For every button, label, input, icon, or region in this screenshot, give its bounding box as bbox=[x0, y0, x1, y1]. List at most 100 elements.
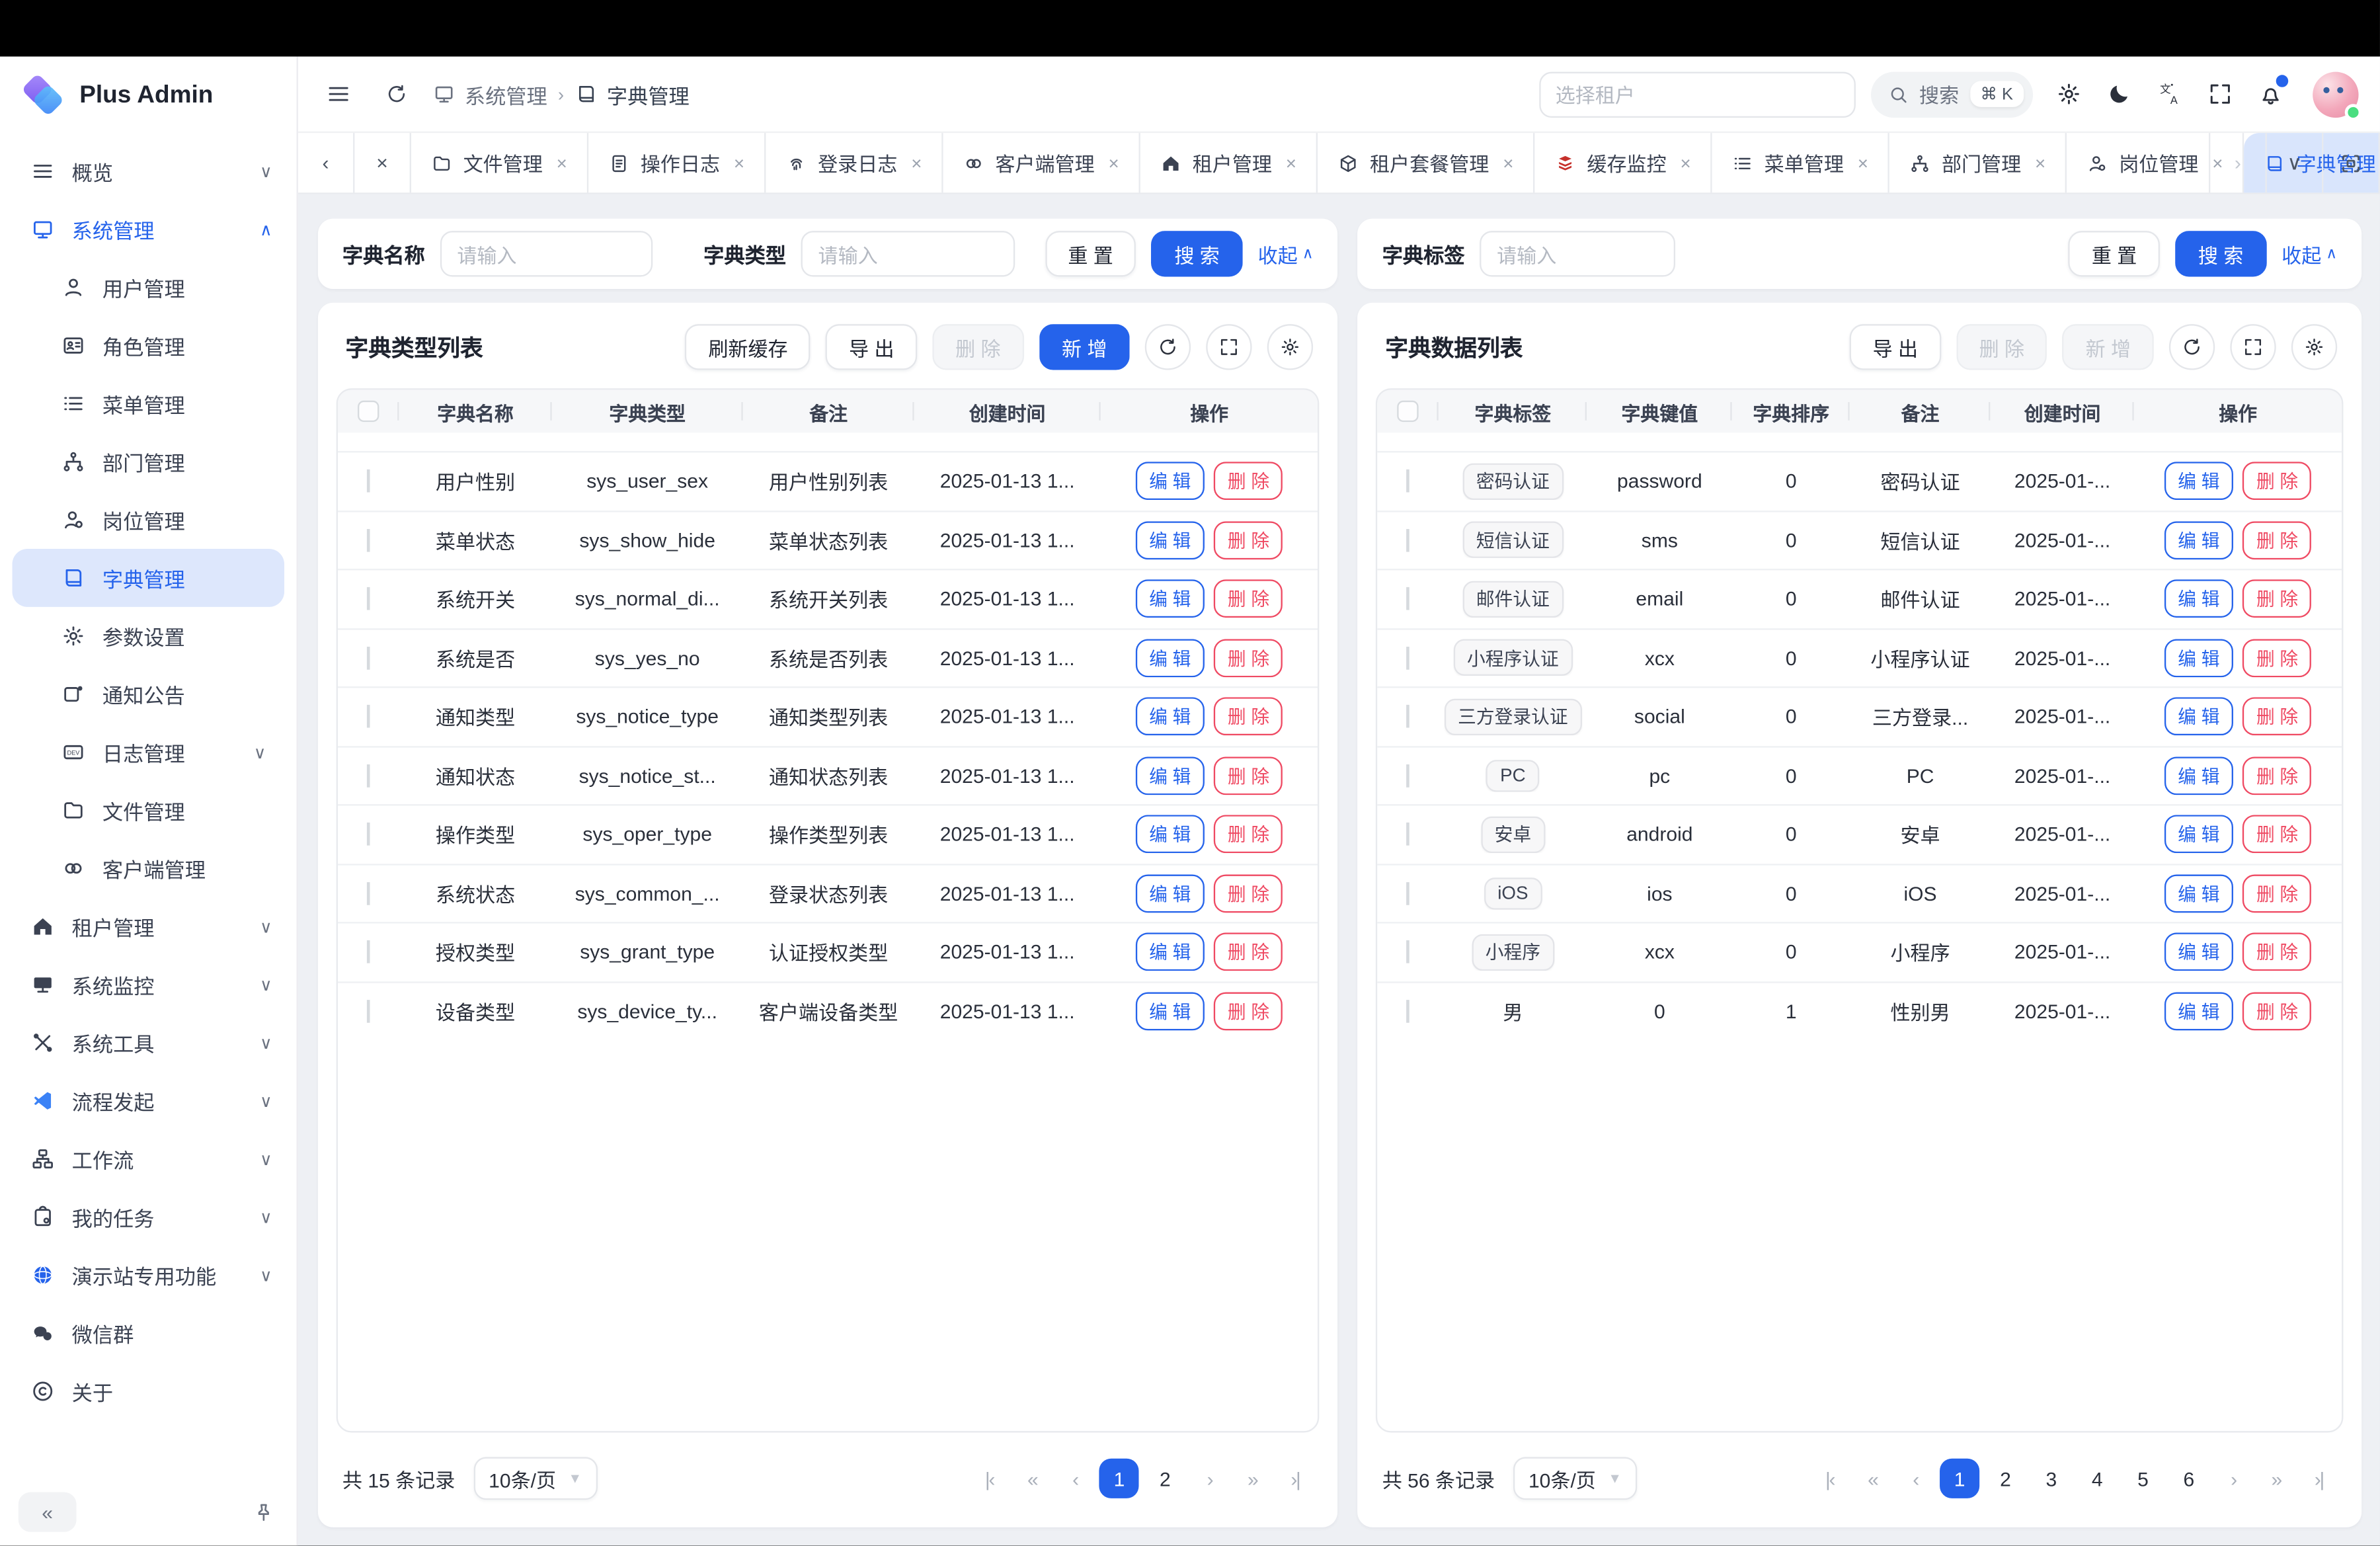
delete-button[interactable]: 删 除 bbox=[1214, 462, 1283, 501]
row-checkbox[interactable] bbox=[367, 764, 370, 787]
delete-button[interactable]: 删 除 bbox=[2242, 815, 2312, 854]
pager-next-icon[interactable]: » bbox=[1234, 1459, 1270, 1498]
sidebar-item-screen[interactable]: 系统监控∨ bbox=[0, 956, 297, 1014]
sidebar-subitem-userbadge[interactable]: 岗位管理 bbox=[12, 491, 284, 549]
tab-fingerprint[interactable]: 登录日志× bbox=[766, 133, 943, 192]
row-checkbox[interactable] bbox=[367, 528, 370, 551]
page-number[interactable]: 3 bbox=[2032, 1459, 2071, 1498]
row-checkbox[interactable] bbox=[367, 705, 370, 728]
sidebar-item-wechat[interactable]: 微信群 bbox=[0, 1304, 297, 1362]
edit-button[interactable]: 编 辑 bbox=[2164, 815, 2233, 854]
delete-button[interactable]: 删 除 bbox=[2242, 874, 2312, 913]
search-field-input[interactable]: 请输入 bbox=[1480, 231, 1676, 276]
sidebar-item-globe[interactable]: 演示站专用功能∨ bbox=[0, 1246, 297, 1304]
global-search[interactable]: 搜索 ⌘ K bbox=[1870, 71, 2033, 117]
row-checkbox[interactable] bbox=[1407, 587, 1410, 610]
edit-button[interactable]: 编 辑 bbox=[1135, 992, 1205, 1030]
table-row[interactable]: 小程序xcx0小程序2025-01-...编 辑删 除 bbox=[1378, 922, 2342, 981]
tab-close-icon[interactable]: × bbox=[1858, 152, 1868, 173]
sidebar-item-home[interactable]: 租户管理∨ bbox=[0, 897, 297, 956]
pager-prev-icon[interactable]: |‹ bbox=[1811, 1459, 1848, 1498]
page-number[interactable]: 2 bbox=[1145, 1459, 1185, 1498]
delete-button[interactable]: 删 除 bbox=[1214, 992, 1283, 1030]
tab-link[interactable]: 客户端管理× bbox=[943, 133, 1140, 192]
pager-next-icon[interactable]: › bbox=[1191, 1459, 1228, 1498]
table-row[interactable]: 小程序认证xcx0小程序认证2025-01-...编 辑删 除 bbox=[1378, 628, 2342, 686]
edit-button[interactable]: 编 辑 bbox=[1135, 521, 1205, 559]
edit-button[interactable]: 编 辑 bbox=[1135, 698, 1205, 736]
toolbar-button[interactable]: 新 增 bbox=[1039, 324, 1130, 370]
row-checkbox[interactable] bbox=[1407, 528, 1410, 551]
row-checkbox[interactable] bbox=[1407, 823, 1410, 846]
select-all-checkbox[interactable] bbox=[358, 401, 379, 422]
page-number[interactable]: 6 bbox=[2169, 1459, 2209, 1498]
delete-button[interactable]: 删 除 bbox=[2242, 580, 2312, 618]
sidebar-item-monitor[interactable]: 系统管理∧ bbox=[0, 200, 297, 259]
sidebar-subitem-folder[interactable]: 文件管理 bbox=[12, 781, 284, 839]
table-row[interactable]: 安卓android0安卓2025-01-...编 辑删 除 bbox=[1378, 804, 2342, 863]
reset-button[interactable]: 重 置 bbox=[2069, 231, 2160, 276]
sidebar-subitem-notice[interactable]: 通知公告 bbox=[12, 665, 284, 723]
delete-button[interactable]: 删 除 bbox=[2242, 462, 2312, 501]
table-row[interactable]: 系统是否sys_yes_no系统是否列表2025-01-13 1...编 辑删 … bbox=[338, 628, 1318, 686]
refresh-page-icon[interactable] bbox=[374, 73, 417, 116]
row-checkbox[interactable] bbox=[1407, 705, 1410, 728]
edit-button[interactable]: 编 辑 bbox=[1135, 580, 1205, 618]
search-field-input[interactable]: 请输入 bbox=[440, 231, 653, 276]
avatar[interactable] bbox=[2313, 71, 2358, 117]
tab-redis[interactable]: 缓存监控× bbox=[1535, 133, 1712, 192]
breadcrumb-item[interactable]: 系统管理 bbox=[432, 79, 547, 109]
edit-button[interactable]: 编 辑 bbox=[1135, 639, 1205, 677]
pager-next-icon[interactable]: ›| bbox=[2301, 1459, 2337, 1498]
search-button[interactable]: 搜 索 bbox=[2175, 231, 2266, 276]
tab-close-icon[interactable]: × bbox=[734, 152, 744, 173]
collapse-search-link[interactable]: 收起∧ bbox=[1258, 239, 1314, 268]
delete-button[interactable]: 删 除 bbox=[1214, 521, 1283, 559]
edit-button[interactable]: 编 辑 bbox=[2164, 639, 2233, 677]
sidebar-item-menu[interactable]: 概览∨ bbox=[0, 142, 297, 200]
toolbar-button[interactable]: 新 增 bbox=[2063, 324, 2154, 370]
row-checkbox[interactable] bbox=[367, 941, 370, 964]
pager-prev-icon[interactable]: « bbox=[1854, 1459, 1891, 1498]
tab-close-icon[interactable]: × bbox=[2035, 152, 2045, 173]
page-number[interactable]: 5 bbox=[2123, 1459, 2163, 1498]
tab-tree[interactable]: 部门管理× bbox=[1889, 133, 2067, 192]
pager-prev-icon[interactable]: ‹ bbox=[1897, 1459, 1933, 1498]
tab-close-icon[interactable]: × bbox=[1680, 152, 1690, 173]
sidebar-subitem-gear[interactable]: 参数设置 bbox=[12, 607, 284, 665]
row-checkbox[interactable] bbox=[1407, 646, 1410, 669]
pager-next-icon[interactable]: » bbox=[2258, 1459, 2294, 1498]
theme-toggle-button[interactable] bbox=[2099, 73, 2140, 114]
sidebar-subitem-idcard[interactable]: 角色管理 bbox=[12, 317, 284, 375]
table-row[interactable]: 系统开关sys_normal_di...系统开关列表2025-01-13 1..… bbox=[338, 569, 1318, 628]
delete-button[interactable]: 删 除 bbox=[2242, 992, 2312, 1030]
toolbar-button[interactable]: 删 除 bbox=[932, 324, 1023, 370]
delete-button[interactable]: 删 除 bbox=[1214, 756, 1283, 795]
sidebar-subitem-dev[interactable]: DEV日志管理∨ bbox=[12, 723, 284, 782]
edit-button[interactable]: 编 辑 bbox=[2164, 933, 2233, 971]
page-number[interactable]: 1 bbox=[1940, 1459, 1979, 1498]
edit-button[interactable]: 编 辑 bbox=[2164, 580, 2233, 618]
tab-close-icon[interactable]: × bbox=[1109, 152, 1119, 173]
collapse-search-link[interactable]: 收起∧ bbox=[2281, 239, 2337, 268]
refresh-button[interactable] bbox=[2169, 324, 2215, 370]
page-number[interactable]: 1 bbox=[1099, 1459, 1139, 1498]
row-checkbox[interactable] bbox=[367, 646, 370, 669]
table-row[interactable]: 系统状态sys_common_...登录状态列表2025-01-13 1...编… bbox=[338, 863, 1318, 922]
delete-button[interactable]: 删 除 bbox=[2242, 756, 2312, 795]
table-row[interactable]: 用户性别sys_user_sex用户性别列表2025-01-13 1...编 辑… bbox=[338, 451, 1318, 510]
row-checkbox[interactable] bbox=[1407, 941, 1410, 964]
expand-button[interactable] bbox=[1207, 324, 1252, 370]
page-size-select[interactable]: 10条/页▼ bbox=[1513, 1457, 1637, 1500]
expand-button[interactable] bbox=[2230, 324, 2276, 370]
sidebar-item-clipboard[interactable]: 我的任务∨ bbox=[0, 1188, 297, 1246]
pager-prev-icon[interactable]: |‹ bbox=[971, 1459, 1008, 1498]
search-field-input[interactable]: 请输入 bbox=[801, 231, 1014, 276]
gear-button[interactable] bbox=[1267, 324, 1313, 370]
sidebar-item-vscode[interactable]: 流程发起∨ bbox=[0, 1072, 297, 1130]
delete-button[interactable]: 删 除 bbox=[1214, 933, 1283, 971]
refresh-button[interactable] bbox=[1145, 324, 1191, 370]
table-row[interactable]: 通知类型sys_notice_type通知类型列表2025-01-13 1...… bbox=[338, 686, 1318, 745]
tabs-fullscreen-icon[interactable] bbox=[2323, 133, 2380, 192]
pager-prev-icon[interactable]: ‹ bbox=[1056, 1459, 1093, 1498]
